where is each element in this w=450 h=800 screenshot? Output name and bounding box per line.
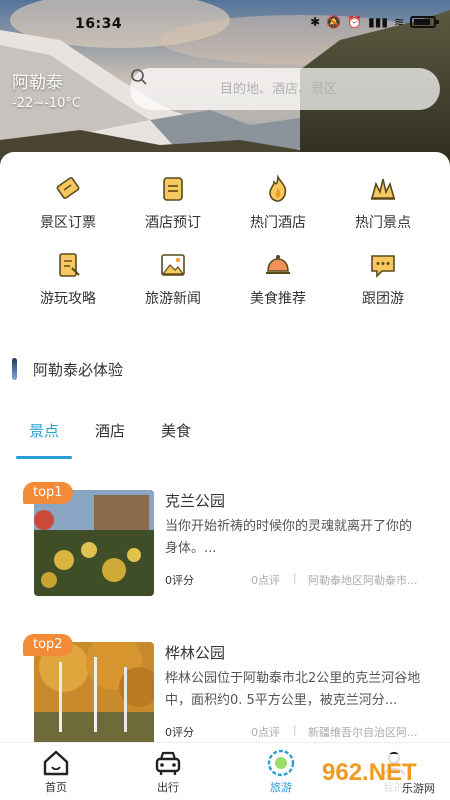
nav-label: 旅游 bbox=[270, 781, 292, 794]
meta-divider: | bbox=[293, 571, 297, 584]
home-icon bbox=[43, 750, 69, 776]
active-tab-indicator bbox=[16, 456, 72, 459]
grid-item-popular-hotels[interactable]: 热门酒店 bbox=[228, 174, 328, 232]
item-score: 0评分 bbox=[165, 726, 194, 739]
grid-item-food-recommendations[interactable]: 美食推荐 bbox=[228, 250, 328, 308]
nav-label: 首页 bbox=[45, 781, 67, 794]
grid-label: 美食推荐 bbox=[250, 291, 306, 307]
content-card: 景区订票 酒店预订 热门酒店 热门景点 游玩攻略 旅游新闻 美食推荐 跟团游 阿… bbox=[0, 152, 450, 752]
tab-food[interactable]: 美食 bbox=[161, 420, 191, 451]
rank-badge: top1 bbox=[23, 482, 73, 504]
nav-travel[interactable]: 旅游 bbox=[251, 749, 311, 795]
section-header: 阿勒泰必体验 bbox=[12, 358, 123, 380]
nav-transport[interactable]: 出行 bbox=[138, 749, 198, 795]
list-item[interactable]: top2 桦林公园 桦林公园位于阿勒泰市北2公里的克兰河谷地中，面积约0. 5平… bbox=[0, 634, 450, 754]
status-time: 16:34 bbox=[75, 16, 123, 32]
nav-label: 出行 bbox=[157, 781, 179, 794]
ticket-icon bbox=[56, 177, 80, 199]
landmark-icon bbox=[370, 178, 396, 200]
nav-home[interactable]: 首页 bbox=[26, 749, 86, 795]
grid-label: 热门酒店 bbox=[250, 215, 306, 231]
guide-icon bbox=[59, 253, 80, 277]
grid-item-travel-news[interactable]: 旅游新闻 bbox=[123, 250, 223, 308]
tab-hotels[interactable]: 酒店 bbox=[95, 420, 125, 451]
item-title: 克兰公园 bbox=[165, 492, 226, 510]
signal-icon: ▮▮▮ bbox=[368, 15, 388, 29]
item-description: 桦林公园位于阿勒泰市北2公里的克兰河谷地中，面积约0. 5平方公里，被克兰河分.… bbox=[165, 671, 421, 708]
item-location: 阿勒泰地区阿勒泰市... bbox=[308, 574, 418, 587]
grid-item-popular-attractions[interactable]: 热门景点 bbox=[333, 174, 433, 232]
hero-banner: 16:34 ✱ 🔕 ⏰ ▮▮▮ ≋ 阿勒泰 -22~-10°C bbox=[0, 0, 450, 175]
bluetooth-icon: ✱ bbox=[310, 15, 321, 29]
search-icon bbox=[131, 69, 147, 85]
item-score: 0评分 bbox=[165, 574, 194, 587]
flame-icon bbox=[269, 174, 287, 202]
battery-icon bbox=[410, 16, 439, 28]
status-bar: 16:34 ✱ 🔕 ⏰ ▮▮▮ ≋ bbox=[0, 0, 450, 48]
grid-label: 跟团游 bbox=[362, 291, 404, 307]
news-image-icon bbox=[161, 254, 185, 276]
grid-item-hotel-booking[interactable]: 酒店预订 bbox=[123, 174, 223, 232]
grid-label: 游玩攻略 bbox=[40, 291, 96, 307]
item-reviews: 0点评 bbox=[251, 726, 280, 739]
wifi-icon: ≋ bbox=[393, 15, 404, 29]
city-name[interactable]: 阿勒泰 bbox=[12, 68, 63, 93]
search-bar[interactable] bbox=[130, 68, 440, 110]
grid-label: 热门景点 bbox=[355, 215, 411, 231]
grid-label: 景区订票 bbox=[40, 215, 96, 231]
site-watermark: 962.NET 乐游网 bbox=[310, 746, 450, 800]
status-icons: ✱ 🔕 ⏰ ▮▮▮ ≋ bbox=[310, 15, 439, 29]
alarm-icon: ⏰ bbox=[347, 15, 363, 29]
section-accent-bar bbox=[12, 358, 17, 380]
item-title: 桦林公园 bbox=[165, 644, 226, 662]
grid-item-travel-guides[interactable]: 游玩攻略 bbox=[18, 250, 118, 308]
hotel-booking-icon bbox=[163, 177, 183, 201]
temperature-range: -22~-10°C bbox=[12, 96, 81, 111]
section-title: 阿勒泰必体验 bbox=[33, 360, 124, 379]
item-location: 新疆维吾尔自治区阿... bbox=[308, 726, 418, 739]
rank-badge: top2 bbox=[23, 634, 73, 656]
watermark-subtext: 乐游网 bbox=[402, 782, 435, 795]
grid-label: 旅游新闻 bbox=[145, 291, 201, 307]
grid-item-group-tours[interactable]: 跟团游 bbox=[333, 250, 433, 308]
list-item[interactable]: top1 克兰公园 当你开始祈祷的时候你的灵魂就离开了你的身体。... 0评分 … bbox=[0, 482, 450, 602]
item-thumbnail bbox=[34, 490, 154, 596]
search-input[interactable] bbox=[130, 68, 440, 110]
chat-group-icon bbox=[371, 255, 395, 278]
grid-item-scenic-tickets[interactable]: 景区订票 bbox=[18, 174, 118, 232]
item-thumbnail bbox=[34, 642, 154, 748]
food-cloche-icon bbox=[266, 255, 290, 274]
travel-icon bbox=[267, 749, 295, 777]
category-tabs: 景点 酒店 美食 bbox=[0, 420, 450, 460]
tab-attractions[interactable]: 景点 bbox=[29, 420, 59, 451]
mute-icon: 🔕 bbox=[326, 15, 342, 29]
meta-divider: | bbox=[293, 723, 297, 736]
item-description: 当你开始祈祷的时候你的灵魂就离开了你的身体。... bbox=[165, 519, 413, 556]
grid-label: 酒店预订 bbox=[145, 215, 201, 231]
item-reviews: 0点评 bbox=[251, 574, 280, 587]
car-icon bbox=[155, 751, 181, 775]
